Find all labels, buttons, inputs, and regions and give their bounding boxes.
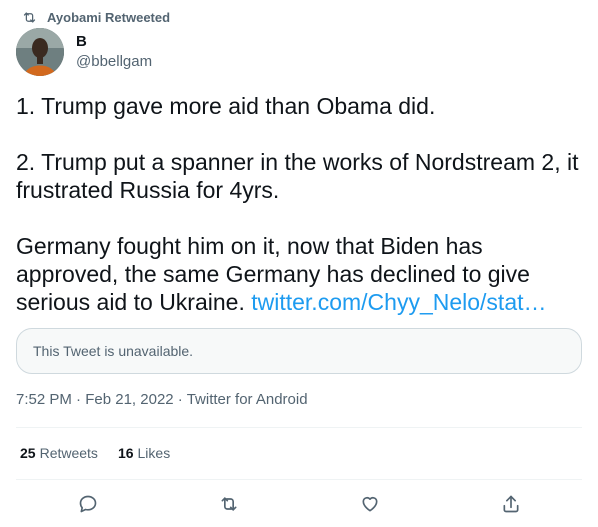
- tweet-source-app[interactable]: Twitter for Android: [187, 391, 308, 408]
- likes-count: 16: [117, 445, 134, 461]
- tweet-time[interactable]: 7:52 PM: [16, 391, 72, 408]
- meta-separator: ·: [71, 391, 86, 408]
- retweet-button[interactable]: [215, 490, 243, 518]
- avatar[interactable]: [16, 28, 64, 76]
- unavailable-quote-card: This Tweet is unavailable.: [16, 328, 582, 374]
- like-button[interactable]: [356, 490, 384, 518]
- reply-button[interactable]: [74, 490, 102, 518]
- retweet-icon: [221, 497, 237, 511]
- divider: [16, 427, 582, 428]
- likes-label: Likes: [137, 445, 171, 461]
- divider: [16, 479, 582, 480]
- tweet-actions: [16, 490, 582, 518]
- like-icon: [362, 496, 378, 512]
- tweet-link[interactable]: twitter.com/Chyy_Nelo/stat…: [251, 289, 546, 315]
- meta-separator: ·: [173, 391, 187, 408]
- retweets-count: 25: [20, 445, 36, 461]
- reply-icon: [79, 495, 97, 513]
- author-handle[interactable]: @bbellgam: [76, 52, 152, 72]
- retweets-stat[interactable]: 25 Retweets: [20, 445, 98, 461]
- tweet-stats: 25 Retweets 16 Likes: [20, 445, 190, 461]
- retweet-context[interactable]: Ayobami Retweeted: [22, 9, 170, 25]
- likes-stat[interactable]: 16 Likes: [118, 445, 170, 461]
- share-button[interactable]: [497, 490, 525, 518]
- tweet-metadata: 7:52 PM · Feb 21, 2022 · Twitter for And…: [16, 391, 308, 408]
- tweet-text: 1. Trump gave more aid than Obama did. 2…: [16, 92, 582, 316]
- retweets-label: Retweets: [39, 445, 98, 461]
- tweet-date[interactable]: Feb 21, 2022: [85, 391, 173, 408]
- quote-unavailable-text: This Tweet is unavailable.: [33, 343, 194, 359]
- retweet-context-label: Ayobami Retweeted: [47, 9, 171, 25]
- author-display-name[interactable]: B: [76, 32, 152, 52]
- retweet-icon: [23, 12, 36, 22]
- tweet-author[interactable]: B @bbellgam: [16, 28, 152, 76]
- tweet-body: 1. Trump gave more aid than Obama did. 2…: [16, 93, 579, 315]
- share-icon: [503, 495, 519, 513]
